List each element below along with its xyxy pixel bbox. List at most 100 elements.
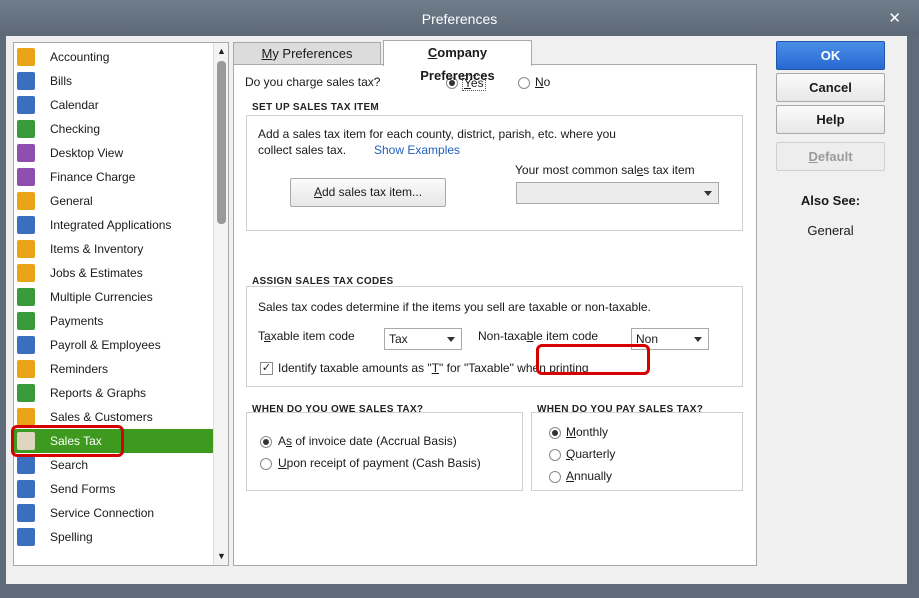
sidebar-item-finance-charge[interactable]: Finance Charge (14, 165, 214, 189)
setup-sales-tax-item-group: Add a sales tax item for each county, di… (246, 115, 743, 231)
setup-description-line1: Add a sales tax item for each county, di… (258, 127, 616, 141)
show-examples-link[interactable]: Show Examples (374, 143, 460, 157)
payments-icon (17, 312, 35, 330)
taxable-item-code-label: Taxable item code (258, 329, 355, 343)
sidebar-item-payroll-employees[interactable]: Payroll & Employees (14, 333, 214, 357)
owe-sales-tax-group: As of invoice date (Accrual Basis) Upon … (246, 412, 523, 491)
quarterly-label-b: uarterly (575, 447, 616, 461)
chevron-down-icon (447, 337, 455, 342)
ok-button[interactable]: OK (776, 41, 885, 70)
sidebar-item-label: Payments (50, 314, 104, 328)
tab-company-preferences[interactable]: Company Preferences (383, 40, 532, 83)
finance-charge-icon (17, 168, 35, 186)
also-see-heading: Also See: (800, 193, 861, 208)
sidebar-item-reports-graphs[interactable]: Reports & Graphs (14, 381, 214, 405)
multiple-currencies-icon (17, 288, 35, 306)
tab-my-preferences-label: y Preferences (272, 46, 353, 61)
charge-no-label[interactable]: No (535, 75, 550, 89)
accrual-basis-radio[interactable] (260, 436, 272, 448)
close-icon[interactable]: ✕ (888, 9, 901, 27)
common-label-a: Your most common sal (515, 163, 637, 177)
scrollbar-thumb[interactable] (217, 61, 226, 224)
reports-graphs-icon (17, 384, 35, 402)
sidebar-item-label: Sales & Customers (50, 410, 153, 424)
sidebar-item-label: Reminders (50, 362, 109, 376)
quarterly-mnemonic: Q (566, 447, 576, 461)
sidebar-item-label: Payroll & Employees (50, 338, 161, 352)
cash-mnemonic: U (278, 456, 287, 470)
cash-basis-label[interactable]: Upon receipt of payment (Cash Basis) (278, 456, 481, 470)
charge-no-radio[interactable] (518, 77, 530, 89)
cancel-button[interactable]: Cancel (776, 73, 885, 102)
taxable-label-b: xable item code (270, 329, 355, 343)
quarterly-label[interactable]: Quarterly (566, 447, 615, 461)
identify-label-a: Identify taxable amounts as " (278, 361, 432, 375)
search-icon (17, 456, 35, 474)
chevron-down-icon (704, 191, 712, 196)
sidebar-item-desktop-view[interactable]: Desktop View (14, 141, 214, 165)
sidebar-item-multiple-currencies[interactable]: Multiple Currencies (14, 285, 214, 309)
spelling-icon (17, 528, 35, 546)
chevron-down-icon (694, 337, 702, 342)
sidebar-item-service-connection[interactable]: Service Connection (14, 501, 214, 525)
monthly-label[interactable]: Monthly (566, 425, 608, 439)
sidebar-item-label: Checking (50, 122, 101, 136)
cash-basis-radio[interactable] (260, 458, 272, 470)
payroll-icon (17, 336, 35, 354)
identify-taxable-checkbox[interactable]: ✓ (260, 362, 273, 375)
sidebar-item-jobs-estimates[interactable]: Jobs & Estimates (14, 261, 214, 285)
most-common-sales-tax-item-label: Your most common sales tax item (515, 163, 695, 177)
reminders-icon (17, 360, 35, 378)
sidebar-item-label: Send Forms (50, 482, 116, 496)
sidebar-item-accounting[interactable]: Accounting (14, 45, 214, 69)
most-common-sales-tax-item-select[interactable] (516, 182, 719, 204)
default-button[interactable]: Default (776, 142, 885, 171)
sidebar-item-spelling[interactable]: Spelling (14, 525, 214, 549)
tab-my-preferences[interactable]: My Preferences (233, 42, 381, 64)
sidebar-scrollbar[interactable]: ▲ ▼ (213, 43, 228, 565)
quarterly-radio[interactable] (549, 449, 561, 461)
non-taxable-item-code-label: Non-taxable item code (478, 329, 598, 343)
sidebar-item-payments[interactable]: Payments (14, 309, 214, 333)
accrual-label-b: of invoice date (Accrual Basis) (292, 434, 457, 448)
default-label-b: efault (817, 149, 853, 164)
sidebar-item-label: Multiple Currencies (50, 290, 153, 304)
scroll-up-icon[interactable]: ▲ (214, 44, 228, 59)
add-sales-tax-item-button[interactable]: Add sales tax item... (290, 178, 446, 207)
sidebar-item-bills[interactable]: Bills (14, 69, 214, 93)
sidebar-item-label: Items & Inventory (50, 242, 144, 256)
sales-customers-icon (17, 408, 35, 426)
preferences-category-list[interactable]: Accounting Bills Calendar Checking Desktop V… (13, 42, 229, 566)
identify-mnemonic: T (431, 361, 440, 375)
sidebar-item-calendar[interactable]: Calendar (14, 93, 214, 117)
sidebar-item-send-forms[interactable]: Send Forms (14, 477, 214, 501)
accrual-basis-label[interactable]: As of invoice date (Accrual Basis) (278, 434, 457, 448)
help-button[interactable]: Help (776, 105, 885, 134)
sidebar-item-integrated-applications[interactable]: Integrated Applications (14, 213, 214, 237)
scroll-down-icon[interactable]: ▼ (214, 549, 228, 564)
nontaxable-label-b: le item code (533, 329, 599, 343)
desktop-view-icon (17, 144, 35, 162)
taxable-item-code-select[interactable]: Tax (384, 328, 462, 350)
title-bar: Preferences ✕ (0, 0, 919, 36)
sidebar-item-label: Integrated Applications (50, 218, 172, 232)
monthly-highlight-box (536, 344, 650, 375)
sidebar-item-reminders[interactable]: Reminders (14, 357, 214, 381)
sidebar-item-items-inventory[interactable]: Items & Inventory (14, 237, 214, 261)
also-see-general-link[interactable]: General (776, 223, 885, 238)
monthly-radio[interactable] (549, 427, 561, 439)
accounting-icon (17, 48, 35, 66)
send-forms-icon (17, 480, 35, 498)
sidebar-item-checking[interactable]: Checking (14, 117, 214, 141)
sidebar-item-general[interactable]: General (14, 189, 214, 213)
annually-radio[interactable] (549, 471, 561, 483)
default-mnemonic: D (808, 149, 818, 164)
setup-sales-tax-item-heading: SET UP SALES TAX ITEM (252, 102, 380, 113)
sales-tax-highlight-box (11, 425, 124, 457)
general-icon (17, 192, 35, 210)
annually-label[interactable]: Annually (566, 469, 612, 483)
category-list: Accounting Bills Calendar Checking Desktop V… (14, 45, 214, 549)
charge-sales-tax-question: Do you charge sales tax? (245, 75, 381, 89)
sidebar-item-label: Service Connection (50, 506, 155, 520)
sidebar-item-label: Search (50, 458, 89, 472)
